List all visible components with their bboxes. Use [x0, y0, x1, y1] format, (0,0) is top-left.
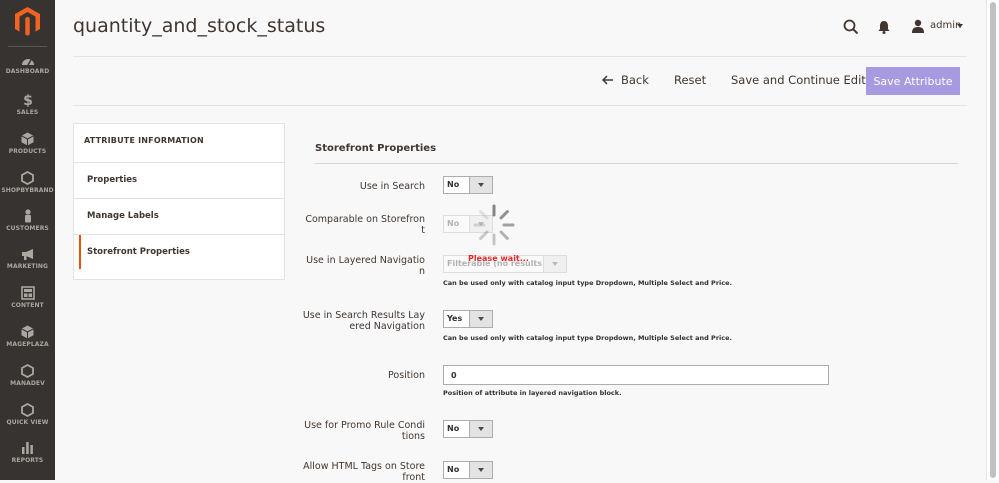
- sidebar-item-quick-view[interactable]: QUICK VIEW: [0, 403, 55, 441]
- chevron-down-icon: [469, 177, 492, 193]
- chevron-down-icon: [469, 421, 492, 437]
- chevron-down-icon[interactable]: [957, 24, 963, 28]
- select-value: Yes: [447, 314, 463, 323]
- page-title: quantity_and_stock_status: [73, 15, 326, 37]
- loader-text: Please wait...: [468, 254, 529, 263]
- sidebar-item-label: MAGEPLAZA: [6, 341, 49, 348]
- select-value: No: [447, 219, 460, 228]
- sidebar-item-label: CONTENT: [11, 302, 44, 309]
- page-scrollbar[interactable]: [986, 0, 999, 480]
- position-label: Position: [388, 370, 425, 381]
- chevron-down-icon: [469, 311, 492, 327]
- promo-rule-select[interactable]: No: [443, 420, 493, 438]
- search-layered-select[interactable]: Yes: [443, 310, 493, 328]
- select-value: No: [447, 180, 460, 189]
- sidebar-item-content[interactable]: CONTENT: [0, 286, 55, 324]
- attribute-tabs: ATTRIBUTE INFORMATION Properties Manage …: [73, 123, 285, 280]
- dashboard-icon: [21, 59, 34, 66]
- search-layered-label: Use in Search Results Lay ered Navigation: [302, 310, 425, 332]
- content-icon: [20, 286, 35, 300]
- cube-icon: [21, 325, 34, 339]
- admin-sidebar: DASHBOARD $ SALES PRODUCTS SHOPBYBRAND C…: [0, 0, 55, 480]
- tabs-header: ATTRIBUTE INFORMATION: [84, 136, 204, 145]
- sidebar-item-label: REPORTS: [11, 457, 44, 464]
- position-input[interactable]: [443, 365, 829, 385]
- sidebar-item-customers[interactable]: CUSTOMERS: [0, 209, 55, 247]
- bell-icon[interactable]: [878, 20, 890, 34]
- layered-navigation-note: Can be used only with catalog input type…: [443, 279, 732, 287]
- tab-label: Manage Labels: [87, 211, 159, 221]
- sidebar-item-marketing[interactable]: MARKETING: [0, 248, 55, 286]
- scrollbar-thumb[interactable]: [990, 2, 996, 478]
- html-tags-select[interactable]: No: [443, 461, 493, 479]
- sidebar-item-label: MARKETING: [6, 263, 49, 270]
- sidebar-item-label: CUSTOMERS: [6, 225, 49, 232]
- tab-label: Properties: [87, 175, 138, 185]
- search-icon[interactable]: [843, 19, 859, 35]
- sidebar-item-sales[interactable]: $ SALES: [0, 93, 55, 131]
- layered-navigation-label: Use in Layered Navigatio n: [306, 255, 425, 277]
- promo-rule-label: Use for Promo Rule Condi tions: [304, 420, 425, 442]
- sidebar-item-products[interactable]: PRODUCTS: [0, 132, 55, 170]
- sidebar-item-label: MANADEV: [10, 380, 45, 387]
- select-value: No: [447, 465, 460, 474]
- save-attribute-button[interactable]: Save Attribute: [866, 67, 960, 95]
- use-in-search-label: Use in Search: [359, 181, 425, 192]
- save-and-continue-button[interactable]: Save and Continue Edit: [731, 73, 866, 87]
- arrow-left-icon[interactable]: [602, 75, 614, 85]
- chevron-down-icon: [469, 462, 492, 478]
- select-value: No: [447, 424, 460, 433]
- tab-properties[interactable]: Properties: [74, 162, 284, 197]
- sidebar-item-reports[interactable]: REPORTS: [0, 441, 55, 479]
- tab-storefront-properties[interactable]: Storefront Properties: [74, 234, 284, 269]
- tab-manage-labels[interactable]: Manage Labels: [74, 198, 284, 233]
- dollar-icon: $: [23, 93, 33, 107]
- person-icon: [24, 209, 31, 223]
- hexagon-icon: [21, 171, 34, 185]
- bars-icon: [22, 442, 33, 454]
- sidebar-item-label: SHOPBYBRAND: [1, 187, 54, 194]
- tab-label: Storefront Properties: [87, 247, 190, 257]
- use-in-search-select[interactable]: No: [443, 176, 493, 194]
- reset-button[interactable]: Reset: [674, 73, 706, 87]
- sidebar-item-dashboard[interactable]: DASHBOARD: [0, 54, 55, 92]
- section-divider: [315, 163, 958, 164]
- sidebar-item-label: DASHBOARD: [5, 68, 50, 75]
- svg-text:$: $: [23, 93, 33, 107]
- sidebar-item-shopbybrand[interactable]: SHOPBYBRAND: [0, 171, 55, 209]
- hexagon-icon: [21, 364, 34, 378]
- loading-spinner-icon: [473, 204, 515, 246]
- magento-logo[interactable]: [13, 6, 42, 36]
- sidebar-item-label: SALES: [16, 109, 39, 116]
- user-icon[interactable]: [911, 19, 925, 33]
- comparable-label: Comparable on Storefron t: [305, 214, 425, 236]
- chevron-down-icon: [543, 256, 566, 272]
- cube-icon: [21, 132, 34, 146]
- position-note: Position of attribute in layered navigat…: [443, 389, 622, 397]
- sidebar-separator: [8, 46, 47, 47]
- sidebar-item-mageplaza[interactable]: MAGEPLAZA: [0, 325, 55, 363]
- sidebar-item-manadev[interactable]: MANADEV: [0, 364, 55, 402]
- back-button[interactable]: Back: [621, 73, 649, 87]
- sidebar-item-label: QUICK VIEW: [6, 419, 49, 426]
- search-layered-note: Can be used only with catalog input type…: [443, 334, 732, 342]
- section-title: Storefront Properties: [315, 143, 437, 154]
- megaphone-icon: [21, 249, 33, 260]
- sidebar-item-label: PRODUCTS: [8, 148, 47, 155]
- hexagon-icon: [21, 403, 34, 417]
